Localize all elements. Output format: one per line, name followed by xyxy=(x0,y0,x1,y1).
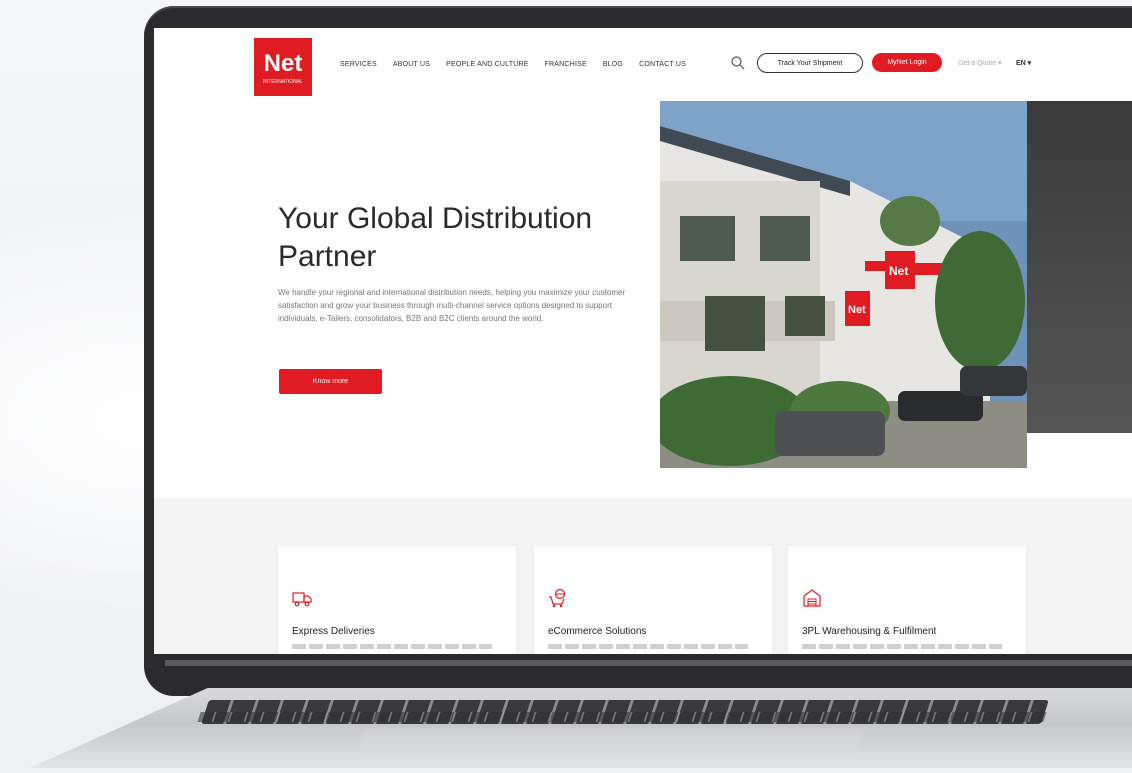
nav-link-about-us[interactable]: ABOUT US xyxy=(393,61,430,68)
search-icon[interactable] xyxy=(730,55,746,71)
building-sign-small: Net xyxy=(848,304,866,316)
service-card-title: Express Deliveries xyxy=(292,626,375,637)
nav-link-contact-us[interactable]: CONTACT US xyxy=(639,61,686,68)
get-quote-dropdown[interactable]: Get a Quote ▾ xyxy=(958,59,1002,67)
service-card-3pl-warehousing[interactable]: 3PL Warehousing & Fulfilment xyxy=(788,546,1026,654)
site-header: Net INTERNATIONAL SERVICES ABOUT US PEOP… xyxy=(154,28,1132,100)
laptop-keyboard-row xyxy=(197,712,1047,722)
track-shipment-button[interactable]: Track Your Shipment xyxy=(757,53,863,73)
logo-text: Net xyxy=(263,49,303,77)
hero-building-image: Net Net xyxy=(660,101,1027,468)
building-sign-large: Net xyxy=(889,264,908,278)
service-card-description xyxy=(292,644,492,649)
hero-dark-panel xyxy=(1027,101,1132,433)
service-card-express-deliveries[interactable]: Express Deliveries xyxy=(278,546,516,654)
nav-link-people-and-culture[interactable]: PEOPLE AND CULTURE xyxy=(446,61,528,68)
site-logo[interactable]: Net INTERNATIONAL xyxy=(254,38,312,96)
nav-link-blog[interactable]: BLOG xyxy=(603,61,623,68)
logo-subtitle: INTERNATIONAL xyxy=(263,78,303,85)
hero-title: Your Global Distribution Partner xyxy=(278,202,593,274)
service-card-description xyxy=(548,644,748,649)
service-card-description xyxy=(802,644,1002,649)
service-card-title: 3PL Warehousing & Fulfilment xyxy=(802,626,937,637)
laptop-trackpad xyxy=(356,728,864,758)
service-card-title: eCommerce Solutions xyxy=(548,626,647,637)
laptop-hinge xyxy=(165,660,1132,666)
nav-link-services[interactable]: SERVICES xyxy=(340,61,377,68)
language-selector[interactable]: EN ▾ xyxy=(1016,59,1031,67)
mynet-login-button[interactable]: MyNet Login xyxy=(872,53,942,72)
laptop-screen: Net INTERNATIONAL SERVICES ABOUT US PEOP… xyxy=(154,28,1132,654)
main-nav: SERVICES ABOUT US PEOPLE AND CULTURE FRA… xyxy=(340,61,686,68)
warehouse-icon xyxy=(803,589,821,607)
know-more-button[interactable]: Know more xyxy=(279,369,382,394)
shopping-cart-globe-icon xyxy=(549,588,566,608)
hero-description: We handle your regional and internationa… xyxy=(278,288,626,323)
service-card-ecommerce-solutions[interactable]: eCommerce Solutions xyxy=(534,546,772,654)
building-illustration: Net Net xyxy=(660,101,1027,468)
nav-link-franchise[interactable]: FRANCHISE xyxy=(545,61,587,68)
delivery-truck-icon xyxy=(292,592,312,607)
